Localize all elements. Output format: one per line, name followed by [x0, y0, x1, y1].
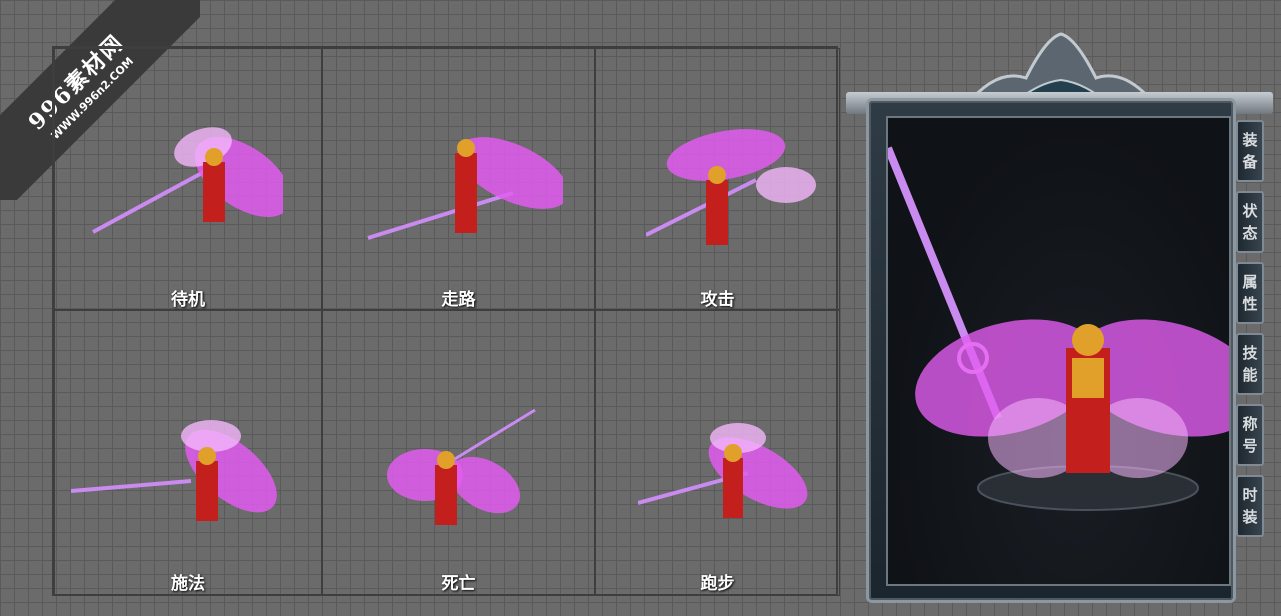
tab-char: 号	[1242, 437, 1258, 455]
tab-char: 称	[1242, 415, 1258, 433]
character-sprite-death	[387, 408, 536, 525]
tab-attributes[interactable]: 属 性	[1236, 262, 1264, 324]
cell-label: 攻击	[700, 290, 735, 310]
character-preview	[884, 116, 1261, 586]
cell-idle[interactable]: 待机	[54, 48, 322, 310]
character-panel: 装 备 状 态 属 性 技 能 称 号 时 装	[846, 28, 1273, 606]
tab-char: 能	[1242, 366, 1258, 384]
tab-char: 属	[1242, 273, 1258, 291]
tab-char: 性	[1242, 295, 1258, 313]
character-sprite-run	[638, 423, 808, 518]
character-sprite-cast	[71, 420, 277, 521]
cell-cast[interactable]: 施法	[54, 310, 322, 596]
tab-char: 备	[1242, 153, 1258, 171]
character-model	[884, 146, 1261, 511]
character-sprite-attack	[646, 129, 816, 245]
cell-label: 施法	[171, 574, 205, 594]
tab-char: 技	[1242, 344, 1258, 362]
tab-equipment[interactable]: 装 备	[1236, 120, 1264, 182]
tab-char: 态	[1242, 224, 1258, 242]
cell-attack[interactable]: 攻击	[595, 48, 840, 310]
tab-char: 时	[1242, 486, 1258, 504]
cell-death[interactable]: 死亡	[322, 310, 595, 596]
tab-skills[interactable]: 技 能	[1236, 333, 1264, 395]
tab-char: 状	[1242, 202, 1258, 220]
tab-status[interactable]: 状 态	[1236, 191, 1264, 253]
cell-label: 走路	[441, 290, 476, 310]
side-tabs: 装 备 状 态 属 性 技 能 称 号 时 装	[1236, 120, 1268, 546]
cell-walk[interactable]: 走路	[322, 48, 595, 310]
cell-label: 跑步	[700, 574, 735, 594]
cell-run[interactable]: 跑步	[595, 310, 840, 596]
tab-titles[interactable]: 称 号	[1236, 404, 1264, 466]
tab-char: 装	[1242, 508, 1258, 526]
animation-grid: 待机 走路 攻击 施法 死亡 跑步	[52, 46, 840, 596]
character-sprite-walk	[367, 137, 563, 240]
tab-char: 装	[1242, 131, 1258, 149]
tab-fashion[interactable]: 时 装	[1236, 475, 1264, 537]
cell-label: 待机	[171, 290, 205, 310]
cell-label: 死亡	[441, 574, 476, 594]
character-sprite-idle	[92, 127, 283, 234]
